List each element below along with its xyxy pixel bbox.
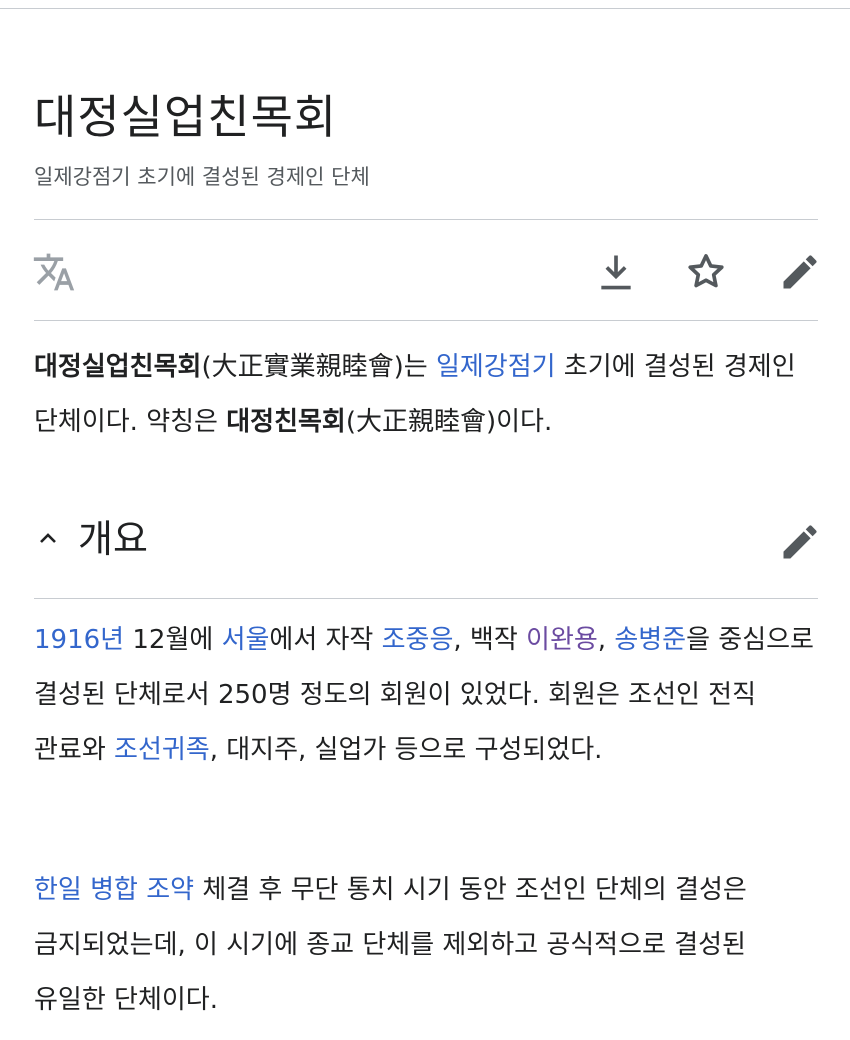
bold-term: 대정친목회 [226, 407, 346, 437]
link-jo-jung-eung[interactable]: 조중응 [382, 625, 454, 655]
link-lee-wan-yong[interactable]: 이완용 [526, 625, 598, 655]
section-title: 개요 [78, 519, 148, 561]
text-span: 에서 자작 [269, 625, 382, 655]
text-span: , 대지주, 실업가 등으로 구성되었다. [209, 735, 603, 765]
text-span: 12월에 [124, 625, 222, 655]
intro-paragraph: 대정실업친목회(大正實業親睦會)는 일제강점기 초기에 결성된 경제인 단체이다… [34, 340, 818, 450]
page-title: 대정실업친목회 [34, 92, 338, 143]
text-span: (大正親睦會)이다. [345, 407, 553, 437]
bold-term: 대정실업친목회 [34, 352, 202, 382]
pencil-icon[interactable] [778, 520, 822, 568]
divider [34, 219, 818, 220]
link-joseon-nobility[interactable]: 조선귀족 [114, 735, 210, 765]
link-song-byeong-jun[interactable]: 송병준 [614, 625, 686, 655]
text-span: , [597, 625, 615, 655]
page-actions-toolbar [32, 240, 818, 300]
text-span: (大正實業親睦會)는 [201, 352, 436, 382]
link-seoul[interactable]: 서울 [222, 625, 270, 655]
link-1916[interactable]: 1916년 [34, 625, 124, 655]
link-annexation-treaty[interactable]: 한일 병합 조약 [34, 875, 194, 905]
download-icon[interactable] [594, 250, 638, 294]
link-ilje[interactable]: 일제강점기 [436, 352, 556, 382]
star-icon[interactable] [684, 250, 728, 294]
page-subtitle: 일제강점기 초기에 결성된 경제인 단체 [34, 165, 370, 189]
overview-paragraph: 1916년 12월에 서울에서 자작 조중응, 백작 이완용, 송병준을 중심으… [34, 613, 818, 778]
divider [34, 320, 818, 321]
divider [34, 598, 818, 599]
overview-paragraph: 한일 병합 조약 체결 후 무단 통치 시기 동안 조선인 단체의 결성은 금지… [34, 863, 818, 1028]
text-span: , 백작 [453, 625, 527, 655]
pencil-icon[interactable] [778, 250, 822, 294]
translate-icon[interactable] [32, 250, 76, 294]
section-header-overview[interactable]: 개요 [34, 510, 818, 570]
top-bar [0, 0, 850, 9]
chevron-up-icon[interactable] [34, 528, 62, 552]
